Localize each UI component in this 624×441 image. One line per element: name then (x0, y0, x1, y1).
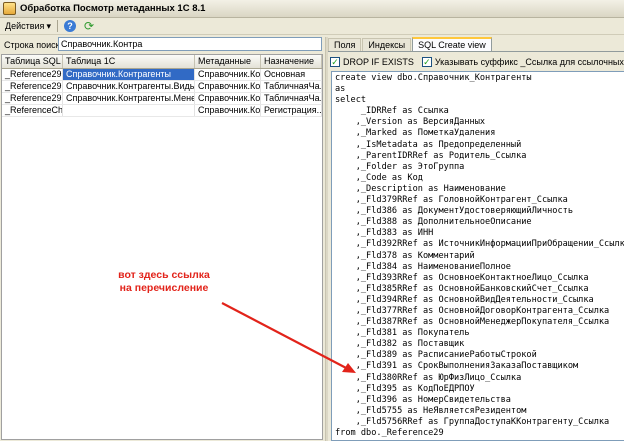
sql-code-line: ,_Fld383 as ИНН (335, 228, 434, 239)
drop-if-exists-label: DROP IF EXISTS (343, 57, 414, 67)
annotation-text: вот здесь ссылка на перечисление (104, 269, 224, 295)
sql-code-line: ,_Fld395 as КодПоЕДРПОУ (335, 383, 475, 394)
drop-if-exists-option[interactable]: ✓ DROP IF EXISTS (330, 57, 414, 67)
sql-code-line: ,_Description as Наименование (335, 183, 506, 194)
options-row: ✓ DROP IF EXISTS ✓ Указывать суффикс _Сс… (330, 55, 624, 69)
sql-code-line: ,_IsMetadata as Предопределенный (335, 139, 522, 150)
sql-code-line: ,_Fld382 as Поставщик (335, 339, 465, 350)
table-cell: _Reference29... (2, 93, 63, 104)
column-header-metadata[interactable]: Метаданные (195, 55, 261, 68)
table-cell: _Reference29... (2, 81, 63, 92)
tab-indexes[interactable]: Индексы (362, 38, 412, 51)
tab-sql-create-view[interactable]: SQL Create view (412, 37, 492, 51)
table-cell: Справочник.Контрагенты.Менедж... (63, 93, 195, 104)
table-row[interactable]: _Reference29... Справочник.Контрагенты.М… (2, 93, 322, 105)
sql-code-line: ,_Fld388 as ДополнительноеОписание (335, 217, 532, 228)
sql-code-line: _IDRRef as Ссылка (335, 106, 449, 117)
sql-code-line: ,_Fld387RRef as ОсновнойМенеджерПокупате… (335, 317, 610, 328)
sql-code-line: ,_Code as Код (335, 172, 423, 183)
sql-code-line: ,_Fld386 as ДокументУдостоверяющийЛичнос… (335, 206, 573, 217)
sql-code-line: ,_Fld393RRef as ОсновноеКонтактноеЛицо_С… (335, 272, 589, 283)
table-row[interactable]: _ReferenceCh... Справочник.Ко... Регистр… (2, 105, 322, 117)
sql-code-line: ,_Fld380RRef as ЮрФизЛицо_Ссылка (335, 372, 522, 383)
title-bar: Обработка Посмотр метаданных 1С 8.1 (0, 0, 624, 18)
tab-fields[interactable]: Поля (328, 38, 362, 51)
table-cell: Справочник.Ко... (195, 105, 261, 116)
table-cell-selected: Справочник.Контрагенты (63, 69, 195, 80)
sql-code-line: ,_Fld5755 as НеЯвляетсяРезидентом (335, 405, 527, 416)
metadata-table: Таблица SQL Таблица 1С Метаданные Назнач… (1, 54, 323, 440)
sql-code-line: from dbo._Reference29 (335, 428, 444, 438)
checkbox-checked-icon[interactable]: ✓ (421, 57, 432, 67)
sql-code-line: ,_Marked as ПометкаУдаления (335, 128, 496, 139)
sql-code-line: ,_Fld394RRef as ОсновнойВидДеятельности_… (335, 294, 594, 305)
sql-code-line: ,_Fld385RRef as ОсновнойБанковскийСчет_С… (335, 283, 589, 294)
search-label: Строка поиска: (4, 40, 68, 50)
suffix-option[interactable]: ✓ Указывать суффикс _Ссылка для ссылочны… (421, 57, 624, 67)
sql-code-line: ,_Fld392RRef as ИсточникИнформацииПриОбр… (335, 239, 624, 250)
sql-code-line: ,_Fld378 as Комментарий (335, 250, 475, 261)
refresh-button[interactable]: ⟳ (78, 19, 96, 33)
toolbar: Действия ▾ ? ⟳ (0, 18, 624, 35)
sql-code-line: ,_Fld389 as РасписаниеРаботыСтрокой (335, 350, 537, 361)
table-cell: Основная (261, 69, 322, 80)
table-cell: ТабличнаяЧа... (261, 93, 322, 104)
sql-code-line: ,_Version as ВерсияДанных (335, 117, 486, 128)
sql-code-area[interactable]: create view dbo.Справочник_Контрагенты as… (331, 71, 624, 441)
panel-splitter[interactable] (325, 37, 328, 441)
sql-code-line: ,_Fld381 as Покупатель (335, 328, 470, 339)
table-row[interactable]: _Reference29 Справочник.Контрагенты Спра… (2, 69, 322, 81)
annotation-line-1: вот здесь ссылка (118, 269, 210, 281)
sql-code-line: ,_Fld391 as СрокВыполненияЗаказаПоставщи… (335, 361, 579, 372)
search-input[interactable] (58, 37, 322, 51)
table-cell (63, 105, 195, 116)
column-header-purpose[interactable]: Назначение (261, 55, 322, 68)
toolbar-separator (56, 20, 58, 32)
refresh-icon: ⟳ (83, 19, 95, 33)
table-cell: _ReferenceCh... (2, 105, 63, 116)
suffix-label: Указывать суффикс _Ссылка для ссылочных … (434, 57, 624, 67)
column-header-sql-table[interactable]: Таблица SQL (2, 55, 63, 68)
sql-code-line: ,_Fld396 as НомерСвидетельства (335, 394, 511, 405)
table-cell: Справочник.Ко... (195, 69, 261, 80)
sql-code-line: ,_Folder as ЭтоГруппа (335, 161, 465, 172)
table-cell: _Reference29 (2, 69, 63, 80)
sql-code-line: ,_Fld5756RRef as ГруппаДоступаККонтраген… (335, 416, 610, 427)
checkbox-checked-icon[interactable]: ✓ (330, 57, 340, 67)
app-icon (3, 2, 16, 15)
search-row: Строка поиска: (0, 37, 326, 53)
chevron-down-icon: ▾ (46, 20, 51, 31)
table-row[interactable]: _Reference29... Справочник.Контрагенты.В… (2, 81, 322, 93)
table-cell: Справочник.Ко... (195, 81, 261, 92)
tab-bar: Поля Индексы SQL Create view (328, 37, 624, 52)
annotation-line-2: на перечисление (119, 282, 209, 294)
sql-code-line: ,_Fld377RRef as ОсновнойДоговорКонтраген… (335, 305, 610, 316)
table-cell: Справочник.Контрагенты.ВидыДе... (63, 81, 195, 92)
table-cell: Регистрация... (261, 105, 322, 116)
help-icon: ? (63, 20, 76, 32)
sql-code-line: select (335, 95, 367, 106)
sql-code-line: as (335, 84, 346, 95)
table-header: Таблица SQL Таблица 1С Метаданные Назнач… (2, 55, 322, 69)
sql-code-line: ,_Fld384 as НаименованиеПолное (335, 261, 511, 272)
window-title: Обработка Посмотр метаданных 1С 8.1 (20, 3, 206, 14)
column-header-1c-table[interactable]: Таблица 1С (63, 55, 195, 68)
sql-code-line: ,_ParentIDRRef as Родитель_Ссылка (335, 150, 527, 161)
table-cell: Справочник.Ко... (195, 93, 261, 104)
actions-menu-button[interactable]: Действия ▾ (3, 19, 53, 33)
sql-code-line: ,_Fld379RRef as ГоловнойКонтрагент_Ссылк… (335, 195, 568, 206)
actions-menu-label: Действия (5, 21, 45, 31)
help-button[interactable]: ? (62, 19, 78, 33)
table-cell: ТабличнаяЧа... (261, 81, 322, 92)
sql-code-line: create view dbo.Справочник_Контрагенты (335, 73, 532, 83)
